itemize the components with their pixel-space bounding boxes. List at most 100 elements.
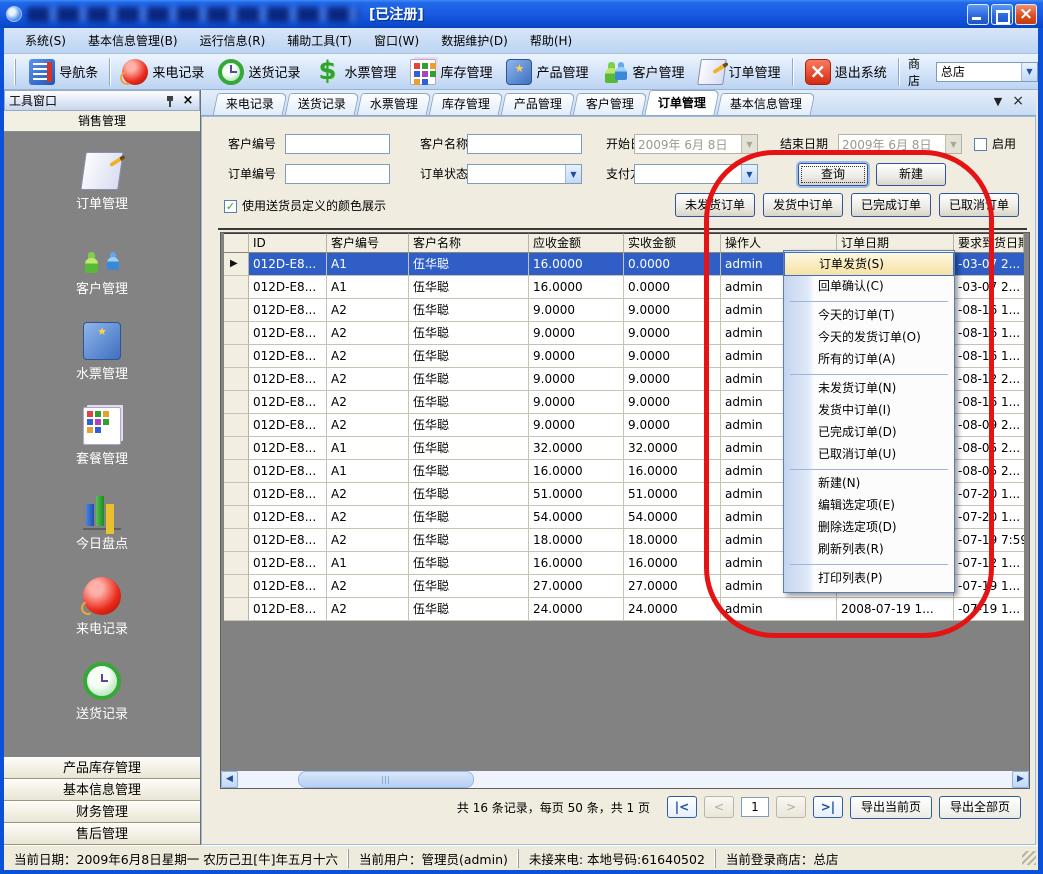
tab[interactable]: 来电记录 xyxy=(213,93,288,115)
tab[interactable]: 库存管理 xyxy=(429,93,504,115)
menu-item[interactable]: 辅助工具(T) xyxy=(278,29,361,52)
tab[interactable]: 水票管理 xyxy=(357,93,432,115)
menu-item[interactable]: 窗口(W) xyxy=(365,29,428,52)
sidebar-item[interactable]: 今日盘点 xyxy=(4,492,200,552)
scroll-left-icon[interactable]: ◀ xyxy=(221,771,238,788)
tab[interactable]: 基本信息管理 xyxy=(717,93,816,115)
toolbar-button[interactable]: 导航条 xyxy=(22,57,105,87)
context-menu-item[interactable]: 回单确认(C) xyxy=(784,276,954,298)
sidebar-group-bar[interactable]: 基本信息管理 xyxy=(4,779,200,801)
toolbar-button[interactable]: 库存管理 xyxy=(403,57,499,87)
scroll-right-icon[interactable]: ▶ xyxy=(1012,771,1029,788)
column-header[interactable]: 实收金额 xyxy=(624,233,721,253)
toolbar-button[interactable]: 退出系统 xyxy=(798,57,894,87)
context-menu-item[interactable] xyxy=(784,466,954,473)
column-header[interactable]: ID xyxy=(249,233,327,253)
context-menu-item[interactable]: 已取消订单(U) xyxy=(784,444,954,466)
order-status-select[interactable]: ▼ xyxy=(467,164,582,184)
toolbar-button[interactable] xyxy=(792,58,794,86)
sidebar-group-bar[interactable]: 财务管理 xyxy=(4,801,200,823)
toolbar-grip[interactable] xyxy=(14,59,16,85)
close-button[interactable] xyxy=(1015,4,1037,25)
status-filter-button[interactable]: 未发货订单 xyxy=(675,193,755,217)
sidebar-group-bar[interactable]: 产品库存管理 xyxy=(4,757,200,779)
customer-no-input[interactable] xyxy=(285,134,390,154)
minimize-button[interactable] xyxy=(967,4,989,25)
sidebar-item[interactable]: 套餐管理 xyxy=(4,407,200,467)
toolbar-button[interactable]: 来电记录 xyxy=(115,57,211,87)
context-menu-item[interactable]: 打印列表(P) xyxy=(784,568,954,590)
tab[interactable]: 产品管理 xyxy=(501,93,576,115)
table-row[interactable]: 012D-E8... A2 伍华聪 24.0000 24.0000 admin … xyxy=(224,598,1024,621)
toolbar-button[interactable]: 订单管理 xyxy=(692,57,788,87)
new-button[interactable]: 新建 xyxy=(876,163,946,186)
start-date-picker[interactable]: 2009年 6月 8日 ▼ xyxy=(634,134,758,154)
context-menu-item[interactable]: 未发货订单(N) xyxy=(784,378,954,400)
first-page-button[interactable]: |< xyxy=(667,796,697,818)
context-menu-item[interactable]: 订单发货(S) xyxy=(784,252,954,276)
scrollbar-thumb[interactable] xyxy=(298,771,474,788)
status-filter-button[interactable]: 已取消订单 xyxy=(939,193,1019,217)
sidebar-item[interactable]: 客户管理 xyxy=(4,237,200,297)
sidebar-item[interactable]: 水票管理 xyxy=(4,322,200,382)
chevron-down-icon[interactable]: ▼ xyxy=(741,165,757,183)
context-menu-item[interactable]: 发货中订单(I) xyxy=(784,400,954,422)
shop-select[interactable]: 总店 ▼ xyxy=(936,62,1038,82)
context-menu-item[interactable]: 刷新列表(R) xyxy=(784,539,954,561)
pay-method-select[interactable]: ▼ xyxy=(634,164,758,184)
export-current-page-button[interactable]: 导出当前页 xyxy=(850,796,932,819)
tab-list-dropdown-icon[interactable]: ▼ xyxy=(994,95,1002,108)
menu-item[interactable]: 数据维护(D) xyxy=(432,29,517,52)
customer-name-input[interactable] xyxy=(467,134,582,154)
enable-checkbox[interactable]: 启用 xyxy=(974,137,1016,151)
resize-grip[interactable] xyxy=(1022,851,1036,865)
order-no-input[interactable] xyxy=(285,164,390,184)
context-menu-item[interactable]: 今天的发货订单(O) xyxy=(784,327,954,349)
context-menu-item[interactable]: 所有的订单(A) xyxy=(784,349,954,371)
query-button[interactable]: 查询 xyxy=(798,163,868,186)
tab[interactable]: 订单管理 xyxy=(644,90,719,115)
tab-close-icon[interactable]: × xyxy=(1012,93,1024,109)
context-menu-item[interactable] xyxy=(784,298,954,305)
chevron-down-icon[interactable]: ▼ xyxy=(565,165,581,183)
menu-item[interactable]: 基本信息管理(B) xyxy=(79,29,187,52)
context-menu-item[interactable]: 编辑选定项(E) xyxy=(784,495,954,517)
end-date-picker[interactable]: 2009年 6月 8日 ▼ xyxy=(838,134,962,154)
last-page-button[interactable]: >| xyxy=(813,796,843,818)
prev-page-button[interactable]: < xyxy=(704,796,734,818)
tab[interactable]: 送货记录 xyxy=(285,93,360,115)
column-header[interactable]: 客户编号 xyxy=(327,233,409,253)
page-number-input[interactable]: 1 xyxy=(741,797,769,817)
scrollbar-track[interactable] xyxy=(238,771,1012,788)
sidebar-item[interactable]: 来电记录 xyxy=(4,577,200,637)
sidebar-item[interactable]: 订单管理 xyxy=(4,152,200,212)
checkbox-box[interactable] xyxy=(974,138,987,151)
checkbox-check-icon[interactable]: ✓ xyxy=(224,200,237,213)
toolbar-button[interactable] xyxy=(109,58,111,86)
toolbar-button[interactable]: 客户管理 xyxy=(596,57,692,87)
status-filter-button[interactable]: 已完成订单 xyxy=(851,193,931,217)
delivery-color-checkbox[interactable]: ✓ 使用送货员定义的颜色展示 xyxy=(224,199,386,213)
toolbar-button[interactable]: 送货记录 xyxy=(211,57,307,87)
menu-item[interactable]: 帮助(H) xyxy=(521,29,581,52)
horizontal-scrollbar[interactable]: ◀ ▶ xyxy=(221,771,1029,788)
column-header[interactable]: 客户名称 xyxy=(409,233,529,253)
column-header[interactable]: 要求到货日期 xyxy=(954,233,1024,253)
context-menu-item[interactable]: 删除选定项(D) xyxy=(784,517,954,539)
sidebar-group-bar[interactable]: 售后管理 xyxy=(4,823,200,845)
context-menu-item[interactable]: 今天的订单(T) xyxy=(784,305,954,327)
pin-icon[interactable] xyxy=(163,94,177,108)
context-menu-item[interactable] xyxy=(784,561,954,568)
tab[interactable]: 客户管理 xyxy=(573,93,648,115)
maximize-button[interactable] xyxy=(991,4,1013,25)
context-menu-item[interactable]: 新建(N) xyxy=(784,473,954,495)
sidebar-item[interactable]: 送货记录 xyxy=(4,662,200,722)
sidebar-section-header[interactable]: 销售管理 xyxy=(4,111,200,132)
next-page-button[interactable]: > xyxy=(776,796,806,818)
menu-item[interactable]: 系统(S) xyxy=(16,29,75,52)
toolbar-button[interactable] xyxy=(898,58,900,86)
menu-item[interactable]: 运行信息(R) xyxy=(191,29,275,52)
sidebar-close-icon[interactable]: × xyxy=(181,94,195,108)
context-menu-item[interactable] xyxy=(784,371,954,378)
toolbar-button[interactable]: 产品管理 xyxy=(499,57,595,87)
